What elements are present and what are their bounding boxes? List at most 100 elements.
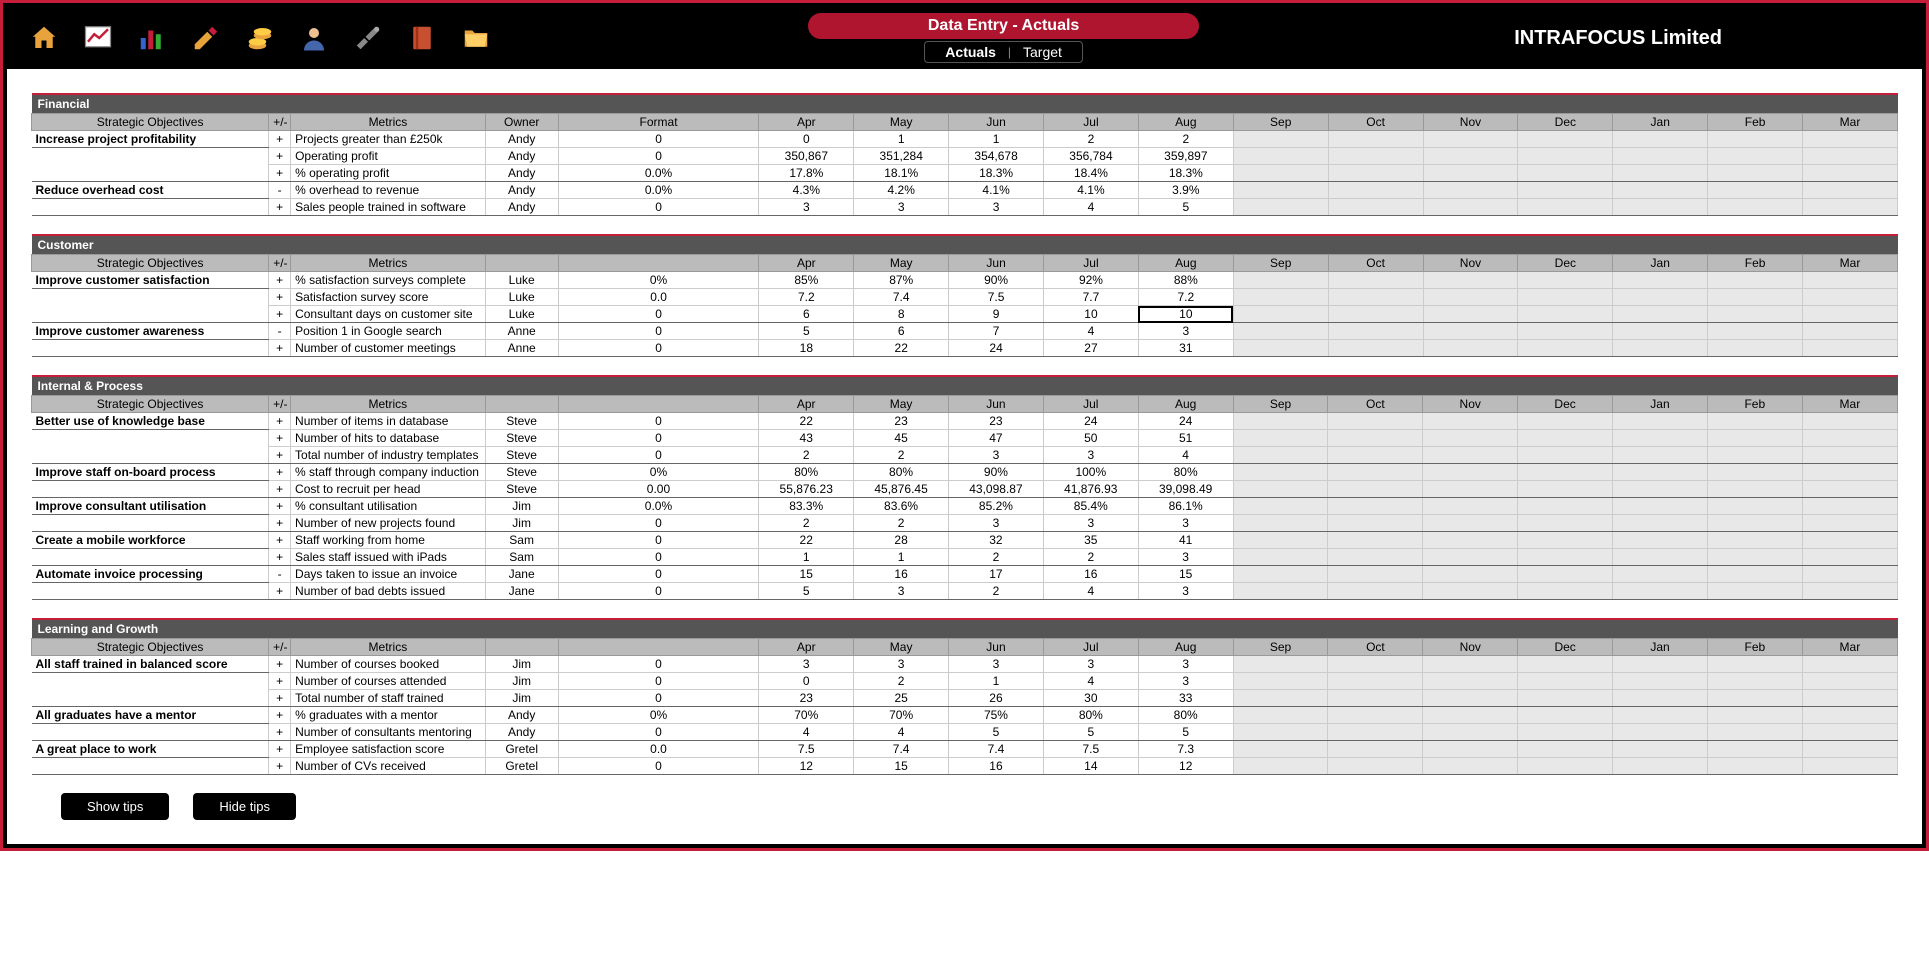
value-cell[interactable]: 2 xyxy=(949,549,1044,566)
value-cell[interactable]: 7.2 xyxy=(759,289,854,306)
tools-icon[interactable] xyxy=(351,21,385,55)
value-cell[interactable] xyxy=(1803,148,1898,165)
value-cell[interactable] xyxy=(1707,741,1802,758)
value-cell[interactable] xyxy=(1802,724,1897,741)
value-cell[interactable] xyxy=(1802,481,1897,498)
value-cell[interactable] xyxy=(1518,515,1613,532)
value-cell[interactable]: 15 xyxy=(854,758,949,775)
value-cell[interactable]: 18.3% xyxy=(1138,165,1233,182)
value-cell[interactable]: 12 xyxy=(1138,758,1233,775)
value-cell[interactable] xyxy=(1328,148,1423,165)
value-cell[interactable] xyxy=(1613,272,1708,289)
value-cell[interactable] xyxy=(1803,165,1898,182)
value-cell[interactable]: 2 xyxy=(1138,131,1233,148)
value-cell[interactable]: 16 xyxy=(1043,566,1138,583)
value-cell[interactable] xyxy=(1802,566,1897,583)
chart-bar-icon[interactable] xyxy=(135,21,169,55)
value-cell[interactable] xyxy=(1233,413,1328,430)
value-cell[interactable] xyxy=(1423,199,1518,216)
chart-line-icon[interactable] xyxy=(81,21,115,55)
value-cell[interactable] xyxy=(1518,549,1613,566)
value-cell[interactable]: 26 xyxy=(949,690,1044,707)
value-cell[interactable] xyxy=(1233,566,1328,583)
value-cell[interactable] xyxy=(1802,498,1897,515)
value-cell[interactable]: 24 xyxy=(1138,413,1233,430)
value-cell[interactable] xyxy=(1518,131,1613,148)
value-cell[interactable]: 83.6% xyxy=(854,498,949,515)
value-cell[interactable] xyxy=(1613,673,1708,690)
value-cell[interactable] xyxy=(1233,758,1328,775)
value-cell[interactable] xyxy=(1707,430,1802,447)
value-cell[interactable]: 16 xyxy=(854,566,949,583)
value-cell[interactable] xyxy=(1802,758,1897,775)
value-cell[interactable]: 4 xyxy=(1043,583,1138,600)
value-cell[interactable] xyxy=(1708,165,1803,182)
value-cell[interactable] xyxy=(1423,340,1518,357)
value-cell[interactable] xyxy=(1613,413,1708,430)
value-cell[interactable]: 351,284 xyxy=(854,148,949,165)
value-cell[interactable]: 7.5 xyxy=(759,741,854,758)
value-cell[interactable] xyxy=(1423,707,1518,724)
value-cell[interactable]: 7.7 xyxy=(1044,289,1139,306)
value-cell[interactable]: 45,876.45 xyxy=(854,481,949,498)
value-cell[interactable]: 354,678 xyxy=(949,148,1044,165)
value-cell[interactable] xyxy=(1518,272,1613,289)
value-cell[interactable]: 87% xyxy=(854,272,949,289)
value-cell[interactable] xyxy=(1423,131,1518,148)
value-cell[interactable]: 18.3% xyxy=(949,165,1044,182)
value-cell[interactable] xyxy=(1613,549,1708,566)
value-cell[interactable]: 4 xyxy=(759,724,854,741)
value-cell[interactable] xyxy=(1518,323,1613,340)
value-cell[interactable] xyxy=(1613,656,1708,673)
value-cell[interactable]: 18 xyxy=(759,340,854,357)
value-cell[interactable]: 2 xyxy=(759,515,854,532)
value-cell[interactable]: 85% xyxy=(759,272,854,289)
value-cell[interactable]: 4.2% xyxy=(854,182,949,199)
value-cell[interactable] xyxy=(1233,741,1328,758)
value-cell[interactable]: 7.3 xyxy=(1138,741,1233,758)
value-cell[interactable] xyxy=(1328,741,1423,758)
value-cell[interactable]: 1 xyxy=(854,131,949,148)
value-cell[interactable]: 47 xyxy=(949,430,1044,447)
value-cell[interactable] xyxy=(1423,549,1518,566)
value-cell[interactable]: 41,876.93 xyxy=(1043,481,1138,498)
value-cell[interactable] xyxy=(1613,447,1708,464)
value-cell[interactable] xyxy=(1233,707,1328,724)
value-cell[interactable] xyxy=(1802,741,1897,758)
value-cell[interactable]: 4 xyxy=(1044,199,1139,216)
value-cell[interactable] xyxy=(1423,413,1518,430)
value-cell[interactable]: 30 xyxy=(1043,690,1138,707)
value-cell[interactable] xyxy=(1423,724,1518,741)
value-cell[interactable]: 80% xyxy=(759,464,854,481)
value-cell[interactable]: 3 xyxy=(949,656,1044,673)
value-cell[interactable]: 10 xyxy=(1138,306,1233,323)
value-cell[interactable]: 17 xyxy=(949,566,1044,583)
value-cell[interactable]: 50 xyxy=(1043,430,1138,447)
value-cell[interactable] xyxy=(1328,272,1423,289)
value-cell[interactable] xyxy=(1328,498,1423,515)
hide-tips-button[interactable]: Hide tips xyxy=(193,793,296,820)
value-cell[interactable] xyxy=(1708,182,1803,199)
value-cell[interactable]: 10 xyxy=(1044,306,1139,323)
edit-icon[interactable] xyxy=(189,21,223,55)
value-cell[interactable]: 7 xyxy=(949,323,1044,340)
value-cell[interactable]: 80% xyxy=(1138,707,1233,724)
value-cell[interactable]: 70% xyxy=(854,707,949,724)
value-cell[interactable] xyxy=(1328,549,1423,566)
value-cell[interactable] xyxy=(1707,549,1802,566)
value-cell[interactable]: 2 xyxy=(759,447,854,464)
value-cell[interactable]: 3 xyxy=(854,583,949,600)
value-cell[interactable]: 4.1% xyxy=(949,182,1044,199)
folder-icon[interactable] xyxy=(459,21,493,55)
value-cell[interactable] xyxy=(1707,498,1802,515)
value-cell[interactable]: 92% xyxy=(1044,272,1139,289)
value-cell[interactable]: 39,098.49 xyxy=(1138,481,1233,498)
value-cell[interactable] xyxy=(1328,583,1423,600)
value-cell[interactable]: 3 xyxy=(1043,447,1138,464)
value-cell[interactable] xyxy=(1233,464,1328,481)
value-cell[interactable] xyxy=(1423,323,1518,340)
value-cell[interactable] xyxy=(1708,131,1803,148)
value-cell[interactable]: 17.8% xyxy=(759,165,854,182)
tab-actuals[interactable]: Actuals xyxy=(945,44,996,60)
value-cell[interactable] xyxy=(1423,498,1518,515)
